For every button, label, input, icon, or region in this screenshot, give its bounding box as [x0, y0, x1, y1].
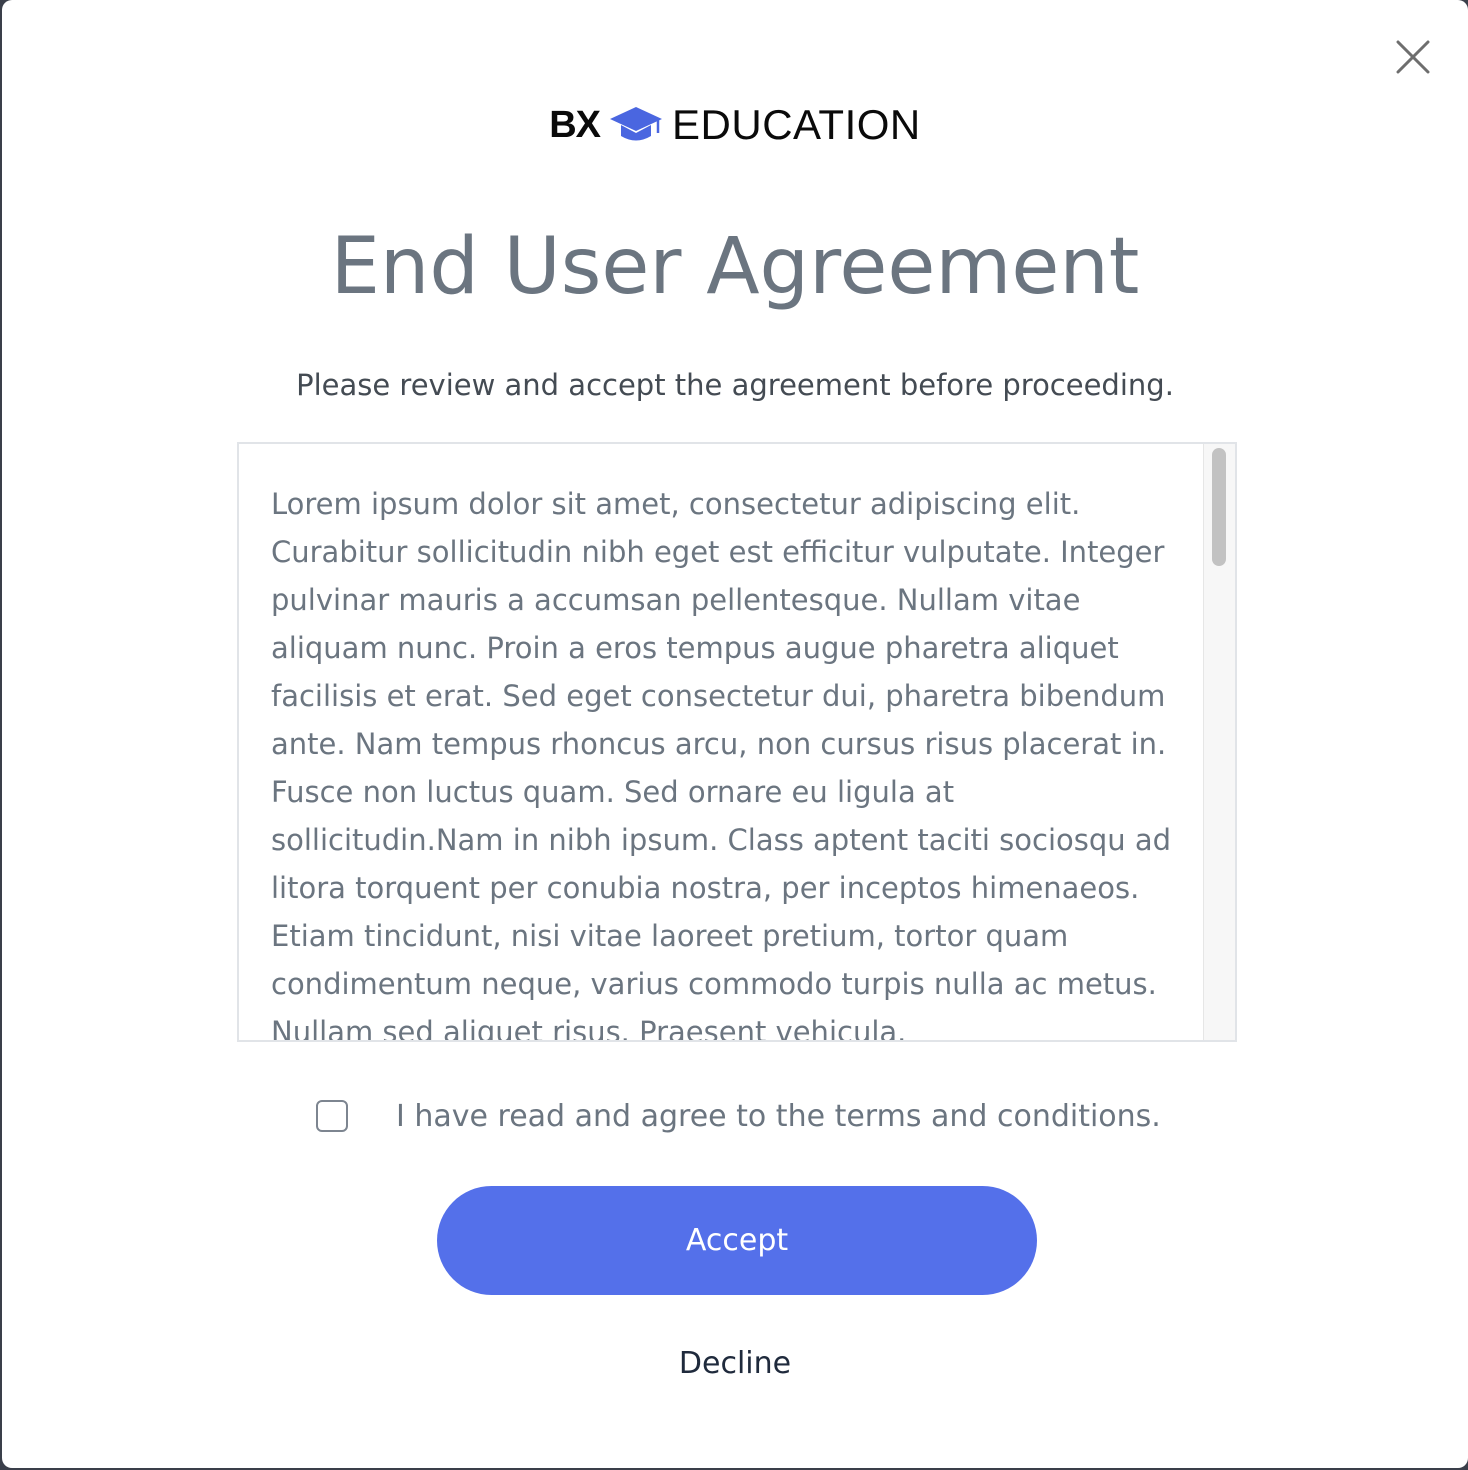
terms-scroll-area[interactable]: Lorem ipsum dolor sit amet, consectetur … [237, 442, 1237, 1042]
page-title: End User Agreement [330, 222, 1140, 312]
scrollbar-thumb[interactable] [1212, 448, 1226, 566]
page-subtitle: Please review and accept the agreement b… [296, 368, 1174, 402]
agree-label[interactable]: I have read and agree to the terms and c… [396, 1099, 1161, 1134]
accept-button[interactable]: Accept [437, 1186, 1037, 1295]
close-icon [1396, 40, 1430, 74]
close-button[interactable] [1392, 36, 1434, 78]
logo-wordmark: EDUCATION [672, 101, 921, 148]
terms-text: Lorem ipsum dolor sit amet, consectetur … [271, 487, 1172, 1042]
agree-row: I have read and agree to the terms and c… [316, 1096, 1161, 1136]
logo-mark: BX [549, 103, 601, 146]
agree-checkbox[interactable] [316, 1100, 348, 1132]
terms-scrollbar[interactable] [1203, 444, 1235, 1040]
agreement-modal: BX EDUCATION End User Agreement Please r… [2, 0, 1468, 1468]
decline-button[interactable]: Decline [2, 1346, 1468, 1381]
brand-logo: BX EDUCATION [2, 100, 1468, 150]
graduation-cap-icon [610, 107, 663, 141]
